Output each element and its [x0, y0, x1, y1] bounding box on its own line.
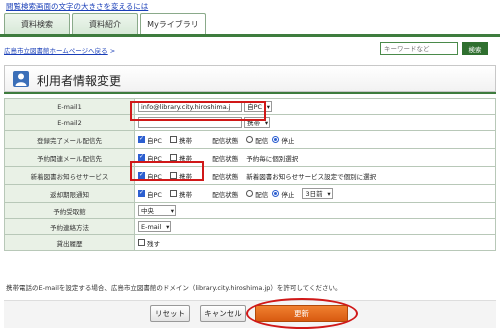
loan-history-checkbox[interactable]	[138, 239, 145, 246]
reg-mail-off-label: 停止	[281, 136, 295, 145]
reg-mail-mobile-label: 携帯	[179, 136, 193, 145]
row-reserve-mail: 予約関連メール配信先 自PC 携帯 配信状態 予約毎に個別選択	[4, 148, 496, 167]
loan-history-option-label: 残す	[147, 239, 160, 248]
due-notice-mobile-checkbox[interactable]	[170, 190, 178, 197]
new-books-label: 新着図書お知らせサービス	[4, 166, 135, 185]
pickup-library-select[interactable]: 中央	[138, 205, 176, 216]
due-notice-status-label: 配信状態	[212, 190, 239, 199]
new-books-status-label: 配信状態	[212, 172, 239, 181]
due-notice-on-label: 配信	[255, 190, 269, 199]
pickup-library-value: 中央	[141, 207, 154, 215]
email2-label: E-mail2	[4, 114, 135, 131]
search-input[interactable]	[380, 42, 458, 55]
reg-mail-on-label: 配信	[255, 136, 269, 145]
row-new-books: 新着図書お知らせサービス 自PC 携帯 配信状態 新着図書お知らせサービス設定で…	[4, 166, 496, 185]
page-title: 利用者情報変更	[37, 74, 122, 88]
row-reg-mail: 登録完了メール配信先 自PC 携帯 配信状態 配信 停止	[4, 130, 496, 149]
new-books-note: 新着図書お知らせサービス設定で個別に選択	[246, 172, 377, 181]
contact-method-label: 予約連絡方法	[4, 218, 135, 235]
email1-label: E-mail1	[4, 98, 135, 115]
due-notice-pc-checkbox[interactable]	[138, 189, 145, 197]
due-notice-pc-label: 自PC	[147, 190, 162, 199]
reset-button[interactable]: リセット	[150, 305, 190, 322]
due-notice-days-value: 3日前	[305, 190, 323, 198]
loan-history-label: 貸出履歴	[4, 234, 135, 251]
main-tabs: 資料検索 資料紹介 Myライブラリ	[4, 13, 208, 35]
reg-mail-label: 登録完了メール配信先	[4, 130, 135, 149]
reserve-mail-label: 予約関連メール配信先	[4, 148, 135, 167]
reg-mail-mobile-checkbox[interactable]	[170, 136, 178, 143]
contact-method-value: E-mail	[141, 223, 162, 231]
due-notice-label: 返却期限通知	[4, 184, 135, 203]
row-due-notice: 返却期限通知 自PC 携帯 配信状態 配信 停止 3日前	[4, 184, 496, 203]
breadcrumb: 広島市立図書館ホームページへ戻る >	[4, 45, 115, 55]
reserve-mail-status-label: 配信状態	[212, 154, 239, 163]
pickup-library-label: 予約受取館	[4, 202, 135, 219]
row-loan-history: 貸出履歴 残す	[4, 234, 496, 251]
page-title-bar: 利用者情報変更	[4, 65, 496, 92]
tab-search[interactable]: 資料検索	[4, 13, 70, 35]
cancel-button[interactable]: キャンセル	[200, 305, 246, 322]
person-icon	[13, 71, 29, 87]
reg-mail-on-radio[interactable]	[246, 136, 254, 143]
due-notice-days-select[interactable]: 3日前	[302, 188, 333, 199]
search-button[interactable]: 検索	[462, 42, 488, 55]
breadcrumb-arrow: >	[109, 47, 116, 55]
reserve-mail-highlight	[130, 161, 204, 181]
home-link[interactable]: 広島市立図書館ホームページへ戻る	[4, 47, 108, 55]
reg-mail-off-radio[interactable]	[272, 136, 280, 143]
update-highlight	[246, 298, 358, 329]
row-pickup-library: 予約受取館 中央	[4, 202, 496, 219]
reg-mail-pc-checkbox[interactable]	[138, 135, 145, 143]
tab-underline	[0, 34, 500, 37]
tab-my-library[interactable]: Myライブラリ	[140, 13, 206, 35]
due-notice-off-label: 停止	[281, 190, 295, 199]
due-notice-mobile-label: 携帯	[179, 190, 193, 199]
due-notice-on-radio[interactable]	[246, 190, 254, 197]
reserve-mail-mobile-checkbox[interactable]	[170, 154, 178, 161]
reg-mail-pc-label: 自PC	[147, 136, 162, 145]
email1-highlight	[130, 101, 266, 121]
reg-mail-status-label: 配信状態	[212, 136, 239, 145]
mobile-domain-note: 携帯電話のE-mailを設定する場合、広島市立図書館のドメイン（library.…	[6, 284, 342, 292]
reserve-mail-pc-checkbox[interactable]	[138, 153, 145, 161]
tab-introduction[interactable]: 資料紹介	[72, 13, 138, 35]
due-notice-off-radio[interactable]	[272, 190, 280, 197]
font-size-help-link[interactable]: 閲覧検索画面の文字の大きさを変えるには	[6, 1, 148, 12]
contact-method-select[interactable]: E-mail	[138, 221, 172, 232]
row-contact-method: 予約連絡方法 E-mail	[4, 218, 496, 235]
reserve-mail-note: 予約毎に個別選択	[246, 154, 299, 163]
title-underline	[4, 92, 496, 94]
